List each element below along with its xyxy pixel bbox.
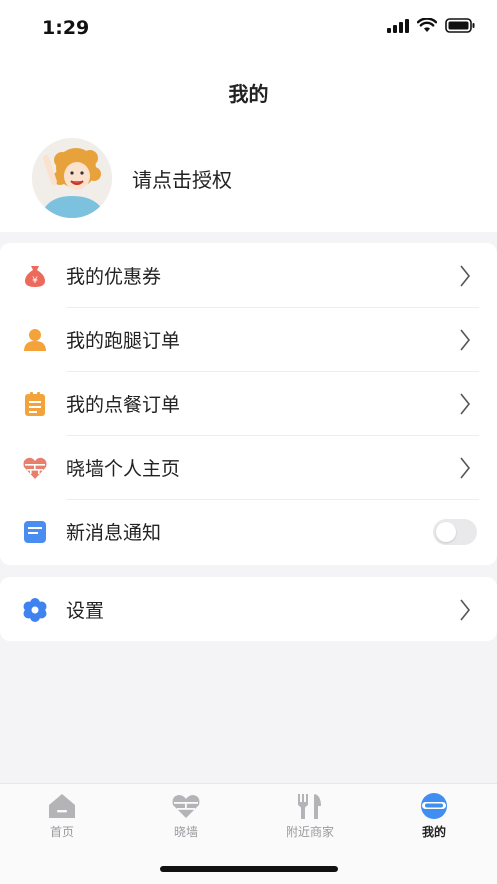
menu-item-notifications: 新消息通知 xyxy=(0,499,497,563)
heart-wall-icon xyxy=(172,795,200,818)
menu-item-label: 我的优惠券 xyxy=(66,266,162,288)
auth-prompt[interactable]: 请点击授权 xyxy=(132,164,232,193)
home-indicator[interactable] xyxy=(160,866,338,872)
heart-brick-icon xyxy=(23,457,47,479)
notification-toggle[interactable] xyxy=(433,519,477,545)
wifi-icon xyxy=(417,18,437,32)
person-icon xyxy=(24,329,46,351)
tab-label: 晓墙 xyxy=(173,825,198,839)
menu-item-label: 我的点餐订单 xyxy=(66,394,181,416)
status-bar: 1:29 xyxy=(0,0,497,62)
menu-item-label: 晓墙个人主页 xyxy=(66,458,181,480)
signal-icon xyxy=(387,18,409,33)
chevron-right-icon xyxy=(460,599,471,621)
settings-card: 设置 xyxy=(0,577,497,641)
status-icons xyxy=(387,18,475,33)
toggle-knob xyxy=(436,522,456,542)
tab-label: 附近商家 xyxy=(285,825,334,839)
menu-item-errand-orders[interactable]: 我的跑腿订单 xyxy=(0,307,497,371)
page-title: 我的 xyxy=(228,82,269,106)
tab-home[interactable]: 首页 xyxy=(22,792,102,840)
chevron-right-icon xyxy=(460,329,471,351)
chevron-right-icon xyxy=(460,265,471,287)
tab-nearby-merchants[interactable]: 附近商家 xyxy=(270,792,350,840)
gear-icon xyxy=(23,598,47,622)
tab-label: 我的 xyxy=(421,825,446,839)
chevron-right-icon xyxy=(460,393,471,415)
chevron-right-icon xyxy=(460,457,471,479)
clipboard-icon xyxy=(25,392,45,416)
menu-card: ¥ 我的优惠券 我的跑腿订单 我的点餐订单 晓墙个人主页 新消息通知 xyxy=(0,243,497,565)
status-time: 1:29 xyxy=(42,17,90,39)
battery-icon xyxy=(445,18,475,33)
nav-header: 我的 xyxy=(0,62,497,122)
menu-item-settings[interactable]: 设置 xyxy=(0,577,497,641)
message-icon xyxy=(24,521,46,543)
menu-item-food-orders[interactable]: 我的点餐订单 xyxy=(0,371,497,435)
tab-mine[interactable]: 我的 xyxy=(394,792,474,840)
avatar[interactable] xyxy=(32,138,112,218)
mine-icon xyxy=(421,793,447,819)
tab-label: 首页 xyxy=(49,825,74,839)
menu-item-label: 新消息通知 xyxy=(66,522,162,544)
menu-item-label: 我的跑腿订单 xyxy=(66,330,181,352)
tab-wall[interactable]: 晓墙 xyxy=(146,792,226,840)
menu-item-coupons[interactable]: ¥ 我的优惠券 xyxy=(0,243,497,307)
svg-text:¥: ¥ xyxy=(32,276,38,286)
settings-label: 设置 xyxy=(66,600,105,622)
home-icon xyxy=(49,794,75,818)
menu-item-wall-homepage[interactable]: 晓墙个人主页 xyxy=(0,435,497,499)
profile-section[interactable]: 请点击授权 xyxy=(0,122,497,232)
money-bag-icon: ¥ xyxy=(25,266,45,287)
fork-knife-icon xyxy=(298,794,321,819)
